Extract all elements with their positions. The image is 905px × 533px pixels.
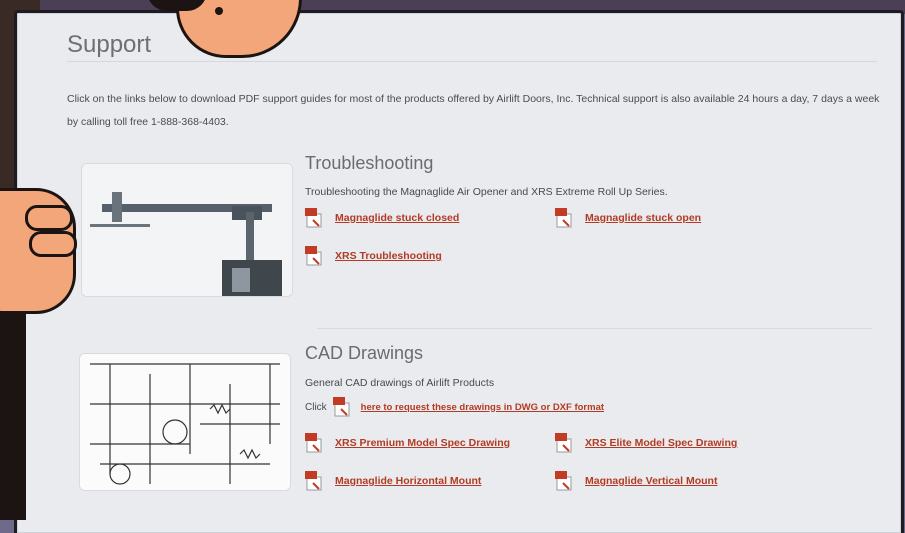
hand-detail (215, 7, 223, 15)
link-label: XRS Troubleshooting (335, 250, 442, 262)
link-label: Magnaglide stuck closed (335, 212, 460, 224)
link-magnaglide-horizontal[interactable]: Magnaglide Horizontal Mount (305, 471, 481, 491)
click-prefix: Click (305, 401, 327, 413)
finger-illustration (25, 205, 73, 231)
finger-illustration (29, 231, 77, 257)
link-label: Magnaglide stuck open (585, 212, 702, 224)
request-drawings-link[interactable]: here to request these drawings in DWG or… (361, 402, 604, 413)
section-description-troubleshooting: Troubleshooting the Magnaglide Air Opene… (305, 186, 668, 198)
link-magnaglide-stuck-closed[interactable]: Magnaglide stuck closed (305, 208, 459, 228)
pdf-icon (555, 208, 572, 228)
link-magnaglide-vertical[interactable]: Magnaglide Vertical Mount (555, 471, 717, 491)
pdf-icon (555, 471, 572, 491)
link-label: XRS Premium Model Spec Drawing (335, 437, 511, 449)
request-drawings-line: Click here to request these drawings in … (305, 397, 604, 417)
link-magnaglide-stuck-open[interactable]: Magnaglide stuck open (555, 208, 701, 228)
section-divider (317, 328, 872, 329)
section-description-cad: General CAD drawings of Airlift Products (305, 377, 495, 389)
page-title: Support (67, 31, 152, 58)
troubleshooting-image (81, 163, 293, 297)
pdf-icon (305, 246, 322, 266)
pdf-icon (555, 433, 572, 453)
arm-illustration-left (0, 300, 26, 520)
hand-illustration-left (0, 188, 77, 314)
pdf-icon (305, 433, 322, 453)
link-label: Magnaglide Horizontal Mount (335, 475, 482, 487)
link-label: XRS Elite Model Spec Drawing (585, 437, 738, 449)
link-label: Magnaglide Vertical Mount (585, 475, 718, 487)
link-xrs-premium-spec[interactable]: XRS Premium Model Spec Drawing (305, 433, 510, 453)
pdf-icon (332, 397, 350, 417)
pdf-icon (305, 208, 322, 228)
pdf-icon (305, 471, 322, 491)
cad-drawing-image (79, 353, 291, 491)
section-title-troubleshooting: Troubleshooting (305, 153, 434, 173)
link-xrs-troubleshooting[interactable]: XRS Troubleshooting (305, 246, 442, 266)
title-divider (67, 61, 877, 62)
support-panel: Support Click on the links below to down… (14, 10, 904, 533)
section-title-cad-drawings: CAD Drawings (305, 343, 424, 363)
intro-text: Click on the links below to download PDF… (67, 93, 880, 128)
link-xrs-elite-spec[interactable]: XRS Elite Model Spec Drawing (555, 433, 737, 453)
